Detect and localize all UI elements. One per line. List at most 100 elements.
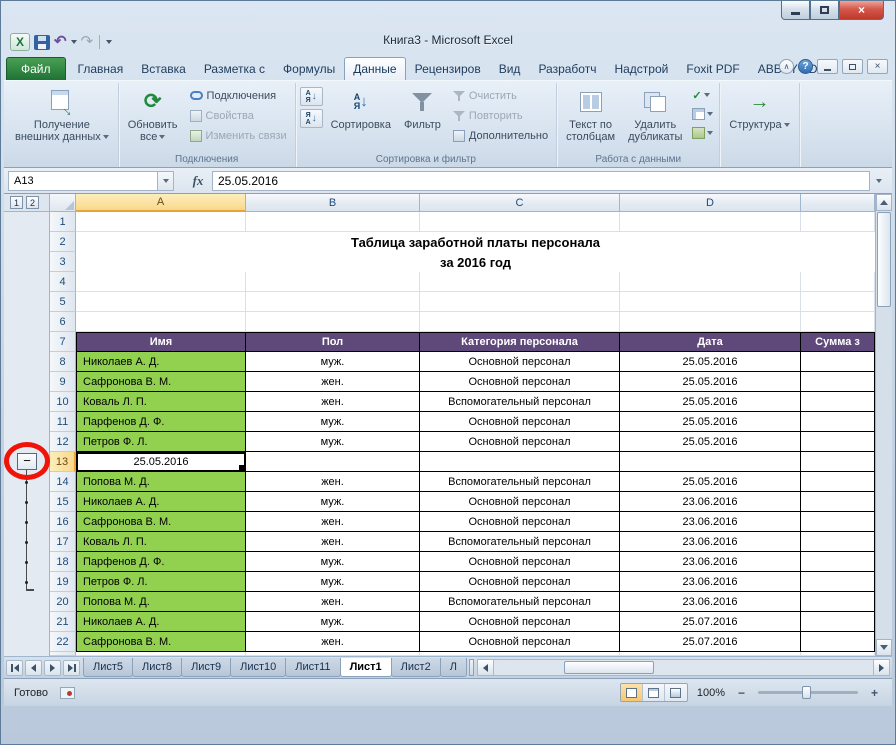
ribbon-tab[interactable]: Вставка <box>132 57 195 80</box>
maximize-button[interactable] <box>810 1 839 20</box>
ribbon-tab[interactable]: Foxit PDF <box>677 57 748 80</box>
sort-az-button[interactable]: АЯ ↓ <box>300 87 323 106</box>
cell-E14[interactable] <box>801 472 875 492</box>
row-header-21[interactable]: 21 <box>50 612 76 632</box>
cell-D9[interactable]: 25.05.2016 <box>620 372 801 392</box>
sheet-tab[interactable]: Лист11 <box>285 658 340 677</box>
cell-E8[interactable] <box>801 352 875 372</box>
cell-E19[interactable] <box>801 572 875 592</box>
cell-D13[interactable] <box>620 452 801 472</box>
name-box[interactable]: A13 <box>8 171 158 191</box>
consolidate-button[interactable] <box>690 106 715 122</box>
cell-B18[interactable]: муж. <box>246 552 420 572</box>
table-header-cell-D[interactable]: Дата <box>620 332 801 352</box>
cell-C22[interactable]: Основной персонал <box>420 632 620 652</box>
table-header-cell-A[interactable]: Имя <box>76 332 246 352</box>
cell-B19[interactable]: муж. <box>246 572 420 592</box>
cell-C5[interactable] <box>420 292 620 312</box>
refresh-all-button[interactable]: ⟳ Обновить все <box>123 84 183 152</box>
scroll-down-button[interactable] <box>876 639 892 656</box>
normal-view-button[interactable] <box>621 684 643 701</box>
advanced-filter-button[interactable]: Дополнительно <box>449 127 552 144</box>
scroll-right-button[interactable] <box>873 660 889 675</box>
cell-A23[interactable] <box>76 652 246 656</box>
column-header-partial[interactable] <box>801 194 875 212</box>
sheet-tab[interactable]: Лист10 <box>230 658 286 677</box>
column-header-D[interactable]: D <box>620 194 801 212</box>
cell-E5[interactable] <box>801 292 875 312</box>
cell-B10[interactable]: жен. <box>246 392 420 412</box>
cell-C1[interactable] <box>420 212 620 232</box>
outline-collapse-button[interactable]: − <box>17 453 37 470</box>
cell-D22[interactable]: 25.07.2016 <box>620 632 801 652</box>
cell-B17[interactable]: жен. <box>246 532 420 552</box>
cell-B23[interactable] <box>246 652 420 656</box>
cell-E16[interactable] <box>801 512 875 532</box>
cell-C12[interactable]: Основной персонал <box>420 432 620 452</box>
cell-A14[interactable]: Попова М. Д. <box>76 472 246 492</box>
cell-C18[interactable]: Основной персонал <box>420 552 620 572</box>
row-header-16[interactable]: 16 <box>50 512 76 532</box>
row-header-4[interactable]: 4 <box>50 272 76 292</box>
next-sheet-button[interactable] <box>44 660 61 676</box>
cell-D4[interactable] <box>620 272 801 292</box>
cell-C15[interactable]: Основной персонал <box>420 492 620 512</box>
sheet-tab[interactable]: Лист1 <box>340 658 392 677</box>
table-header-cell-B[interactable]: Пол <box>246 332 420 352</box>
get-external-data-button[interactable]: → Получение внешних данных <box>10 84 114 167</box>
workbook-restore-button[interactable] <box>842 59 863 74</box>
name-box-dropdown[interactable] <box>158 171 174 191</box>
zoom-slider-thumb[interactable] <box>802 686 811 699</box>
sheet-tab[interactable]: Лист2 <box>391 658 441 677</box>
cell-A17[interactable]: Коваль Л. П. <box>76 532 246 552</box>
cell-D16[interactable]: 23.06.2016 <box>620 512 801 532</box>
row-header-22[interactable]: 22 <box>50 632 76 652</box>
sort-button[interactable]: АЯ ↓ Сортировка <box>326 84 396 152</box>
cell-B1[interactable] <box>246 212 420 232</box>
workbook-close-button[interactable]: × <box>867 59 888 74</box>
cell-E6[interactable] <box>801 312 875 332</box>
cell-D11[interactable]: 25.05.2016 <box>620 412 801 432</box>
cell-A5[interactable] <box>76 292 246 312</box>
connections-button[interactable]: Подключения <box>186 87 291 104</box>
remove-duplicates-button[interactable]: Удалить дубликаты <box>623 84 687 152</box>
row-header-19[interactable]: 19 <box>50 572 76 592</box>
reapply-filter-button[interactable]: Повторить <box>449 107 552 124</box>
cell-C8[interactable]: Основной персонал <box>420 352 620 372</box>
table-header-cell-E[interactable]: Сумма з <box>801 332 875 352</box>
cell-E4[interactable] <box>801 272 875 292</box>
cell-A12[interactable]: Петров Ф. Л. <box>76 432 246 452</box>
zoom-out-button[interactable]: − <box>734 685 749 700</box>
ribbon-tab[interactable]: Файл <box>6 57 66 80</box>
cell-D6[interactable] <box>620 312 801 332</box>
cell-A19[interactable]: Петров Ф. Л. <box>76 572 246 592</box>
cell-B14[interactable]: жен. <box>246 472 420 492</box>
formula-input[interactable]: 25.05.2016 <box>212 171 870 191</box>
outline-level-1-button[interactable]: 1 <box>10 196 23 209</box>
cell-D5[interactable] <box>620 292 801 312</box>
row-header-13[interactable]: 13 <box>50 452 76 472</box>
row-header-8[interactable]: 8 <box>50 352 76 372</box>
ribbon-tab[interactable]: Главная <box>69 57 133 80</box>
expand-formula-bar-button[interactable] <box>870 179 888 183</box>
cell-B4[interactable] <box>246 272 420 292</box>
cell-D23[interactable] <box>620 652 801 656</box>
sheet-tab[interactable]: Лист5 <box>83 658 133 677</box>
cell-A13[interactable]: 25.05.2016 <box>76 452 246 472</box>
sort-za-button[interactable]: ЯА ↓ <box>300 109 323 128</box>
cell-E21[interactable] <box>801 612 875 632</box>
table-header-cell-C[interactable]: Категория персонала <box>420 332 620 352</box>
cell-A18[interactable]: Парфенов Д. Ф. <box>76 552 246 572</box>
column-header-C[interactable]: C <box>420 194 620 212</box>
row-header-18[interactable]: 18 <box>50 552 76 572</box>
minimize-button[interactable] <box>781 1 810 20</box>
zoom-in-button[interactable]: + <box>867 685 882 700</box>
cell-B9[interactable]: жен. <box>246 372 420 392</box>
macro-record-icon[interactable] <box>60 687 75 699</box>
insert-function-button[interactable]: fx <box>184 173 212 189</box>
first-sheet-button[interactable] <box>6 660 23 676</box>
row-header-7[interactable]: 7 <box>50 332 76 352</box>
cell-B20[interactable]: жен. <box>246 592 420 612</box>
cell-E20[interactable] <box>801 592 875 612</box>
cell-D19[interactable]: 23.06.2016 <box>620 572 801 592</box>
